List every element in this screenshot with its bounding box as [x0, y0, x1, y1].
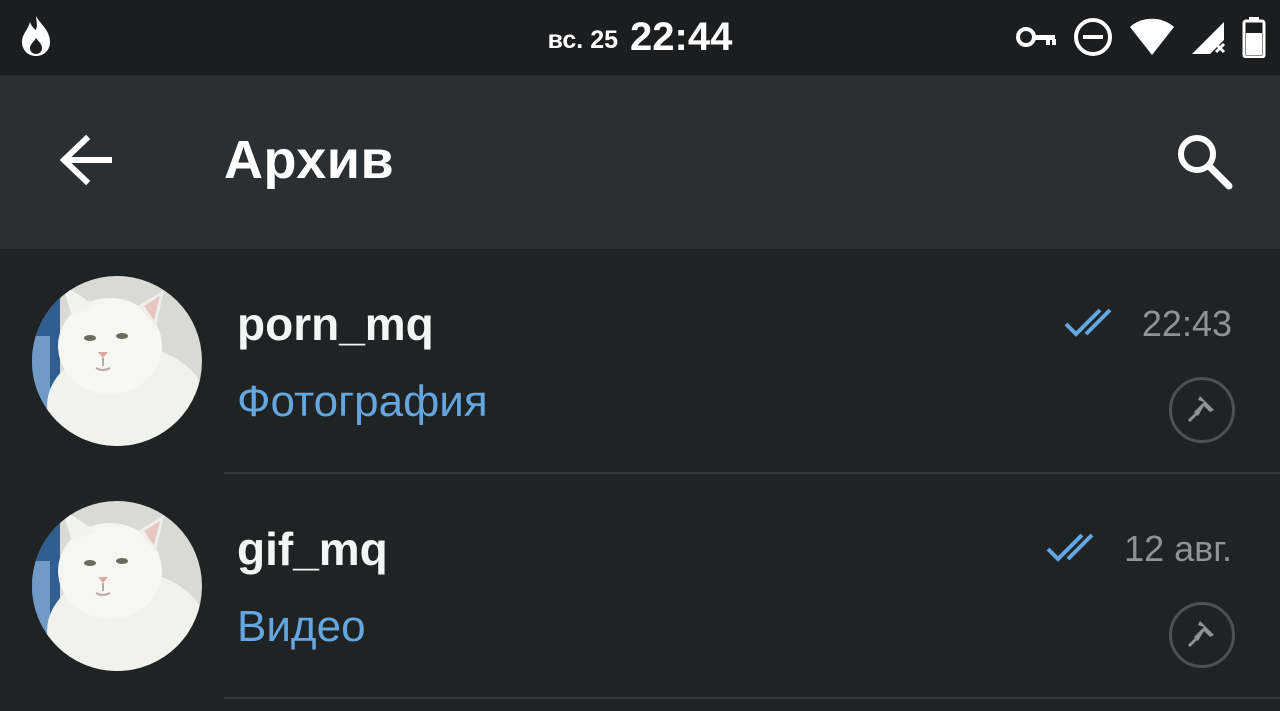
search-button[interactable] — [1164, 125, 1244, 201]
search-icon — [1175, 132, 1233, 195]
chat-row-porn-mq[interactable]: porn_mq Фотография 22:43 — [0, 249, 1280, 474]
vpn-key-icon — [1016, 25, 1058, 49]
double-check-icon — [1064, 306, 1124, 343]
chat-list: porn_mq Фотография 22:43 gif_mq Видео 12… — [0, 249, 1280, 711]
chat-preview: Фотография — [237, 377, 488, 426]
double-check-icon — [1046, 531, 1106, 568]
chat-preview: Видео — [237, 602, 366, 651]
avatar[interactable] — [32, 501, 202, 671]
chat-name: gif_mq — [237, 523, 388, 575]
avatar[interactable] — [32, 276, 202, 446]
pinned-badge — [1169, 602, 1235, 668]
page-title: Архив — [224, 130, 395, 190]
do-not-disturb-icon — [1072, 16, 1114, 58]
pin-icon — [1186, 617, 1218, 654]
signal-no-data-icon — [1190, 18, 1228, 56]
chat-time: 22:43 — [1141, 303, 1232, 344]
chat-meta: 22:43 — [1064, 303, 1232, 345]
battery-icon — [1242, 16, 1266, 58]
status-time: 22:44 — [630, 15, 733, 59]
wifi-icon — [1128, 17, 1176, 57]
arrow-back-icon — [58, 134, 114, 190]
back-button[interactable] — [46, 125, 126, 199]
status-icons — [1016, 12, 1266, 62]
chat-row-gif-mq[interactable]: gif_mq Видео 12 авг. — [0, 474, 1280, 699]
pin-icon — [1186, 392, 1218, 429]
chat-time: 12 авг. — [1124, 528, 1232, 569]
status-bar: вс. 25 22:44 — [0, 0, 1280, 75]
chat-meta: 12 авг. — [1046, 528, 1232, 570]
archive-screen: вс. 25 22:44 Архив porn_mq Фотография 22… — [0, 0, 1280, 711]
divider — [224, 697, 1280, 699]
status-date: вс. 25 — [547, 26, 619, 54]
app-bar: Архив — [0, 75, 1280, 249]
chat-name: porn_mq — [237, 298, 434, 350]
pinned-badge — [1169, 377, 1235, 443]
